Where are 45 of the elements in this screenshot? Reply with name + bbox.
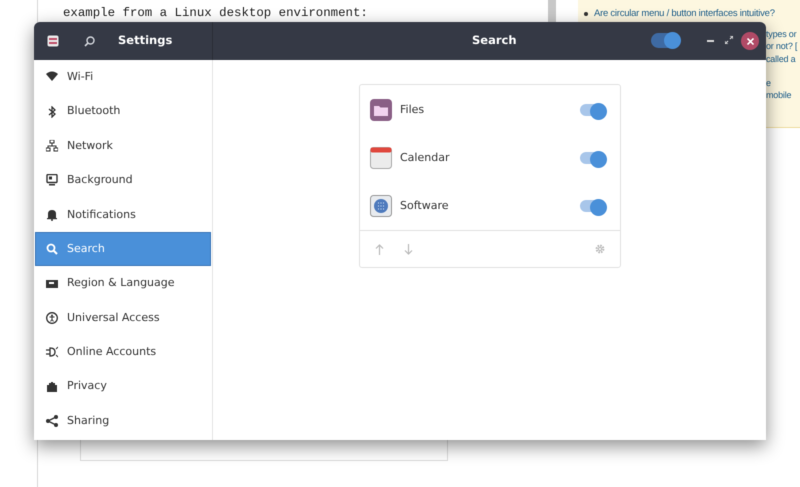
plug-icon [46,346,58,358]
scrollbar[interactable] [548,0,556,22]
window-title: Settings [118,32,172,50]
sidebar-item[interactable]: Background [35,163,211,198]
app-icon [47,35,59,47]
sidebar-item[interactable]: Network [35,128,211,164]
calendar-icon [370,147,392,169]
sidebar-item[interactable]: Bluetooth [35,94,211,129]
sidebar-item[interactable]: Sharing [35,404,211,438]
sidebar-item[interactable]: Online Accounts [35,335,211,370]
arrow-up-icon[interactable] [375,244,384,254]
close-button[interactable] [741,32,759,50]
sidebar-item[interactable]: Universal Access [35,300,211,336]
search-toggle[interactable] [651,33,680,48]
sidebar-item[interactable]: Privacy [35,370,211,404]
wifi-icon [46,71,58,84]
maximize-icon[interactable] [725,36,733,44]
bullet-icon [584,12,588,16]
related-link[interactable]: called a [766,52,798,65]
close-icon[interactable] [746,38,754,44]
bluetooth-icon [46,106,58,118]
provider-label: Files [400,102,424,118]
related-link[interactable]: or not? [ [766,40,798,53]
folder-icon [370,99,392,121]
sidebar-item[interactable]: Region & Language [35,266,211,301]
bell-icon [46,208,58,221]
search-icon [46,243,58,256]
person-circle-icon [46,312,58,324]
share-icon [46,415,58,428]
related-link[interactable]: Are circular menu / button interfaces intuitive? [594,7,775,20]
related-link[interactable]: types or [766,28,798,40]
provider-label: Software [400,198,448,214]
question-text: example from a Linux desktop environment: [63,6,369,21]
sidebar-item[interactable]: Wi-Fi [35,60,211,94]
related-link[interactable]: e [766,76,798,90]
network-icon [46,140,58,152]
related-link[interactable]: mobile [766,89,798,102]
provider-label: Calendar [400,150,450,166]
flag-icon [46,278,58,290]
sidebar-item[interactable]: Notifications [35,198,211,232]
page-title: Search [472,32,517,50]
arrow-down-icon[interactable] [404,244,413,254]
settings-icon[interactable] [595,244,605,254]
search-icon[interactable] [84,36,95,46]
monitor-icon [46,174,58,186]
